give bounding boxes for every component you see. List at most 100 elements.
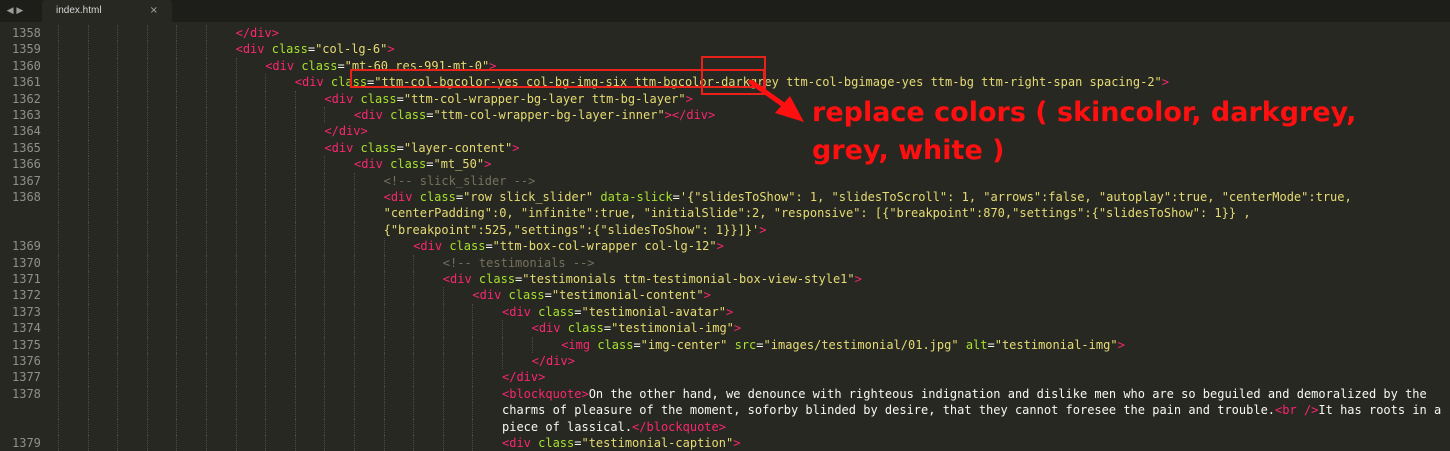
code-line[interactable]: <blockquote>On the other hand, we denoun… <box>502 386 1427 402</box>
indent-guide <box>58 303 59 321</box>
code-token: > <box>716 239 724 254</box>
code-token: </div> <box>324 124 368 139</box>
indent-guide <box>324 385 326 403</box>
annotation-note: replace colors ( skincolor, darkgrey, gr… <box>812 94 1356 170</box>
indent-guide <box>354 320 355 337</box>
indent-guide <box>87 123 89 140</box>
indent-guide <box>294 418 296 435</box>
code-token: > <box>725 304 734 319</box>
indent-guide <box>235 418 237 435</box>
code-line[interactable]: <!-- testimonials --> <box>443 255 595 271</box>
indent-guide <box>472 336 474 353</box>
indent-guide <box>324 254 326 271</box>
code-line[interactable]: piece of lassical.</blockquote> <box>502 419 726 435</box>
indent-guide <box>294 221 296 239</box>
code-token: <div <box>413 239 450 254</box>
indent-guide <box>354 287 355 304</box>
code-line[interactable]: <div class="mt_50"> <box>354 156 491 172</box>
indent-guide <box>58 107 59 124</box>
indent-guide <box>117 336 119 353</box>
code-line[interactable]: <div class="ttm-col-wrapper-bg-layer ttm… <box>324 91 692 107</box>
code-line[interactable]: <img class="img-center" src="images/test… <box>561 337 1125 353</box>
indent-guide <box>87 320 89 337</box>
indent-guide <box>383 336 385 353</box>
code-line[interactable]: <div class="ttm-box-col-wrapper col-lg-1… <box>413 238 724 254</box>
indent-guide <box>235 254 237 271</box>
code-token: class <box>419 190 456 204</box>
indent-guide <box>176 238 178 255</box>
code-token: "testimonial-content" <box>551 288 704 303</box>
code-line[interactable]: <div class="testimonials ttm-testimonial… <box>443 271 862 287</box>
code-token: <div <box>442 272 479 286</box>
indent-guide <box>531 336 533 353</box>
indent-guide <box>294 205 296 222</box>
code-line[interactable]: </div> <box>324 123 367 139</box>
code-line[interactable]: charms of pleasure of the moment, soforb… <box>502 402 1441 418</box>
code-line[interactable]: "centerPadding":0, "infinite":true, "ini… <box>384 205 1251 221</box>
indent-guide <box>58 402 59 419</box>
indent-guide <box>324 320 326 337</box>
indent-guide <box>117 221 119 239</box>
indent-guide <box>117 25 119 42</box>
indent-guide <box>206 303 207 321</box>
indent-guide <box>472 385 474 403</box>
indent-guide <box>87 57 89 75</box>
code-line[interactable]: <div class="row slick_slider" data-slick… <box>384 189 1352 205</box>
arrow-icon <box>748 79 804 122</box>
code-token: class <box>567 321 604 336</box>
tab-nav-arrows-icon[interactable]: ◀ ▶ <box>0 0 30 22</box>
indent-guide <box>265 74 267 91</box>
indent-guide <box>235 172 237 189</box>
indent-guide <box>206 254 207 271</box>
code-line[interactable]: <div class="testimonial-avatar"> <box>502 304 733 320</box>
indent-guide <box>117 402 119 419</box>
indent-guide <box>87 156 89 173</box>
indent-guide <box>146 287 148 304</box>
indent-guide <box>413 287 415 304</box>
indent-guide <box>235 303 237 321</box>
indent-guide <box>146 189 148 206</box>
code-line[interactable]: <div class="testimonial-caption"> <box>502 435 740 451</box>
code-token: <div <box>265 58 302 73</box>
code-line[interactable]: {"breakpoint":525,"settings":{"slidesToS… <box>384 222 767 238</box>
indent-guide <box>146 139 148 157</box>
code-line[interactable]: <!-- slick_slider --> <box>384 173 536 189</box>
indent-guide <box>235 369 237 386</box>
indent-guide <box>294 369 296 386</box>
code-line[interactable]: <div class="testimonial-img"> <box>532 320 742 336</box>
indent-guide <box>117 303 119 321</box>
indent-guide <box>324 271 326 288</box>
indent-guide <box>472 320 474 337</box>
indent-guide <box>58 287 59 304</box>
indent-guide <box>206 25 207 42</box>
indent-guide <box>58 139 59 157</box>
code-line[interactable]: </div> <box>502 369 545 385</box>
indent-guide <box>354 353 355 370</box>
indent-guide <box>117 418 119 435</box>
indent-guide <box>146 271 148 288</box>
code-token: > <box>854 272 862 286</box>
code-line[interactable]: <div class="layer-content"> <box>324 140 519 156</box>
indent-guide <box>294 385 296 403</box>
indent-guide <box>472 402 474 419</box>
indent-guide <box>146 402 148 419</box>
indent-guide <box>87 435 89 451</box>
indent-guide <box>294 435 296 451</box>
indent-guide <box>117 107 119 124</box>
code-line[interactable]: </div> <box>532 353 575 369</box>
code-line[interactable]: </div> <box>236 25 279 41</box>
indent-guide <box>354 238 355 255</box>
indent-guide <box>235 57 237 75</box>
indent-guide <box>146 320 148 337</box>
close-icon[interactable]: × <box>150 0 158 22</box>
code-token: <div <box>383 190 420 204</box>
code-line[interactable]: <div class="col-lg-6"> <box>236 41 395 57</box>
code-token: {"breakpoint":525,"settings":{"slidesToS… <box>383 222 760 237</box>
code-token: = <box>396 91 404 106</box>
code-line[interactable]: <div class="ttm-col-wrapper-bg-layer-inn… <box>354 107 715 123</box>
code-line[interactable]: <div class="testimonial-content"> <box>472 287 710 303</box>
indent-guide <box>502 353 503 370</box>
code-token: <blockquote> <box>502 386 589 401</box>
indent-guide <box>354 205 355 222</box>
tab-index-html[interactable]: index.html × <box>42 0 172 22</box>
